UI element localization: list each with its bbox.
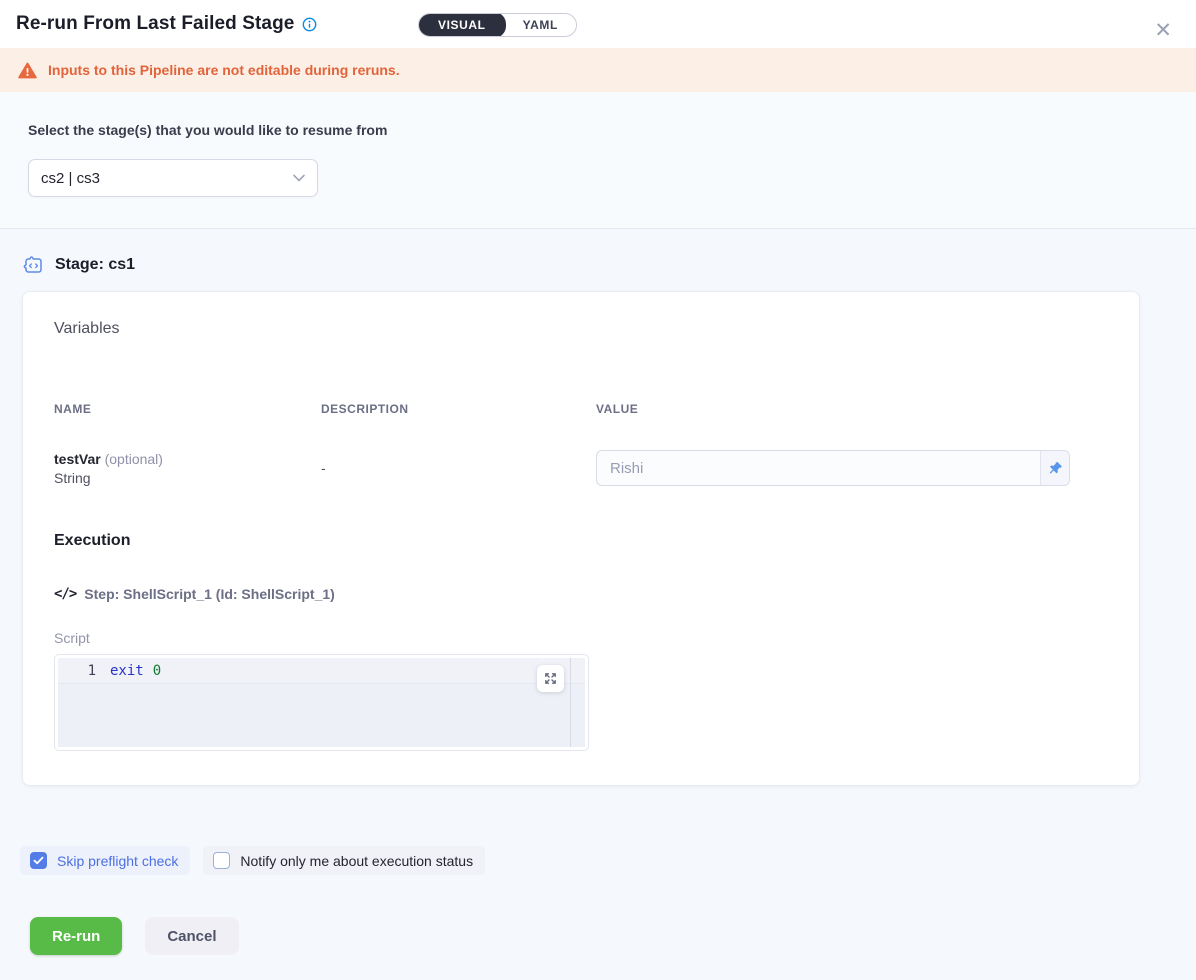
- stage-select-dropdown[interactable]: cs2 | cs3: [28, 159, 318, 197]
- warning-text: Inputs to this Pipeline are not editable…: [48, 62, 400, 78]
- modal-actions: Re-run Cancel: [30, 917, 1196, 955]
- run-options: Skip preflight check Notify only me abou…: [20, 846, 1196, 875]
- variables-table-header: NAME DESCRIPTION VALUE: [54, 402, 1108, 416]
- modal-body: Stage: cs1 Variables NAME DESCRIPTION VA…: [0, 229, 1196, 955]
- stage-select-section: Select the stage(s) that you would like …: [0, 92, 1196, 229]
- editor-scrollbar[interactable]: [570, 658, 571, 747]
- warning-icon: [18, 62, 37, 79]
- custom-stage-icon: [22, 254, 45, 276]
- table-row: testVar (optional) String -: [54, 450, 1108, 486]
- code-argument: 0: [153, 663, 161, 679]
- modal-header: Re-run From Last Failed Stage VISUAL YAM…: [0, 0, 1196, 48]
- variables-heading: Variables: [54, 320, 1108, 338]
- info-icon[interactable]: [302, 17, 317, 32]
- stage-inputs-card: Variables NAME DESCRIPTION VALUE testVar…: [22, 291, 1140, 786]
- code-line: 1 exit 0: [58, 658, 585, 684]
- checkbox-icon: [213, 852, 230, 869]
- stage-select-value: cs2 | cs3: [41, 170, 293, 187]
- stage-title: Stage: cs1: [55, 256, 135, 274]
- visual-yaml-toggle: VISUAL YAML: [418, 13, 577, 37]
- cancel-button[interactable]: Cancel: [145, 917, 238, 955]
- stage-header: Stage: cs1: [0, 229, 1196, 279]
- column-description: DESCRIPTION: [321, 402, 596, 416]
- skip-preflight-checkbox[interactable]: Skip preflight check: [20, 846, 190, 875]
- close-icon[interactable]: ✕: [1154, 20, 1172, 41]
- code-step-icon: </>: [54, 586, 76, 602]
- expand-icon[interactable]: [537, 665, 564, 692]
- line-number: 1: [58, 663, 110, 679]
- notify-only-me-label: Notify only me about execution status: [240, 853, 473, 869]
- variable-optional-tag: (optional): [105, 451, 163, 467]
- skip-preflight-label: Skip preflight check: [57, 853, 178, 869]
- tab-yaml[interactable]: YAML: [505, 13, 576, 37]
- variable-value-input[interactable]: [597, 460, 1040, 477]
- code-keyword: exit: [110, 663, 144, 679]
- variable-type: String: [54, 470, 321, 486]
- checkbox-icon: [30, 852, 47, 869]
- variable-description: -: [321, 460, 596, 476]
- variable-name-cell: testVar (optional) String: [54, 451, 321, 486]
- execution-heading: Execution: [54, 532, 1108, 550]
- code-area: 1 exit 0: [58, 658, 585, 747]
- variable-name: testVar: [54, 451, 101, 467]
- column-value: VALUE: [596, 402, 1070, 416]
- variable-value-field: [596, 450, 1070, 486]
- pin-icon[interactable]: [1040, 451, 1069, 485]
- script-label: Script: [54, 630, 1108, 646]
- notify-only-me-checkbox[interactable]: Notify only me about execution status: [203, 846, 485, 875]
- warning-banner: Inputs to this Pipeline are not editable…: [0, 48, 1196, 92]
- chevron-down-icon: [293, 174, 305, 182]
- step-label: Step: ShellScript_1 (Id: ShellScript_1): [84, 586, 335, 602]
- script-code-editor[interactable]: 1 exit 0: [54, 654, 589, 751]
- step-header: </> Step: ShellScript_1 (Id: ShellScript…: [54, 586, 1108, 602]
- page-title: Re-run From Last Failed Stage: [16, 13, 294, 35]
- stage-select-label: Select the stage(s) that you would like …: [28, 122, 1168, 138]
- tab-visual[interactable]: VISUAL: [418, 13, 506, 37]
- rerun-button[interactable]: Re-run: [30, 917, 122, 955]
- column-name: NAME: [54, 402, 321, 416]
